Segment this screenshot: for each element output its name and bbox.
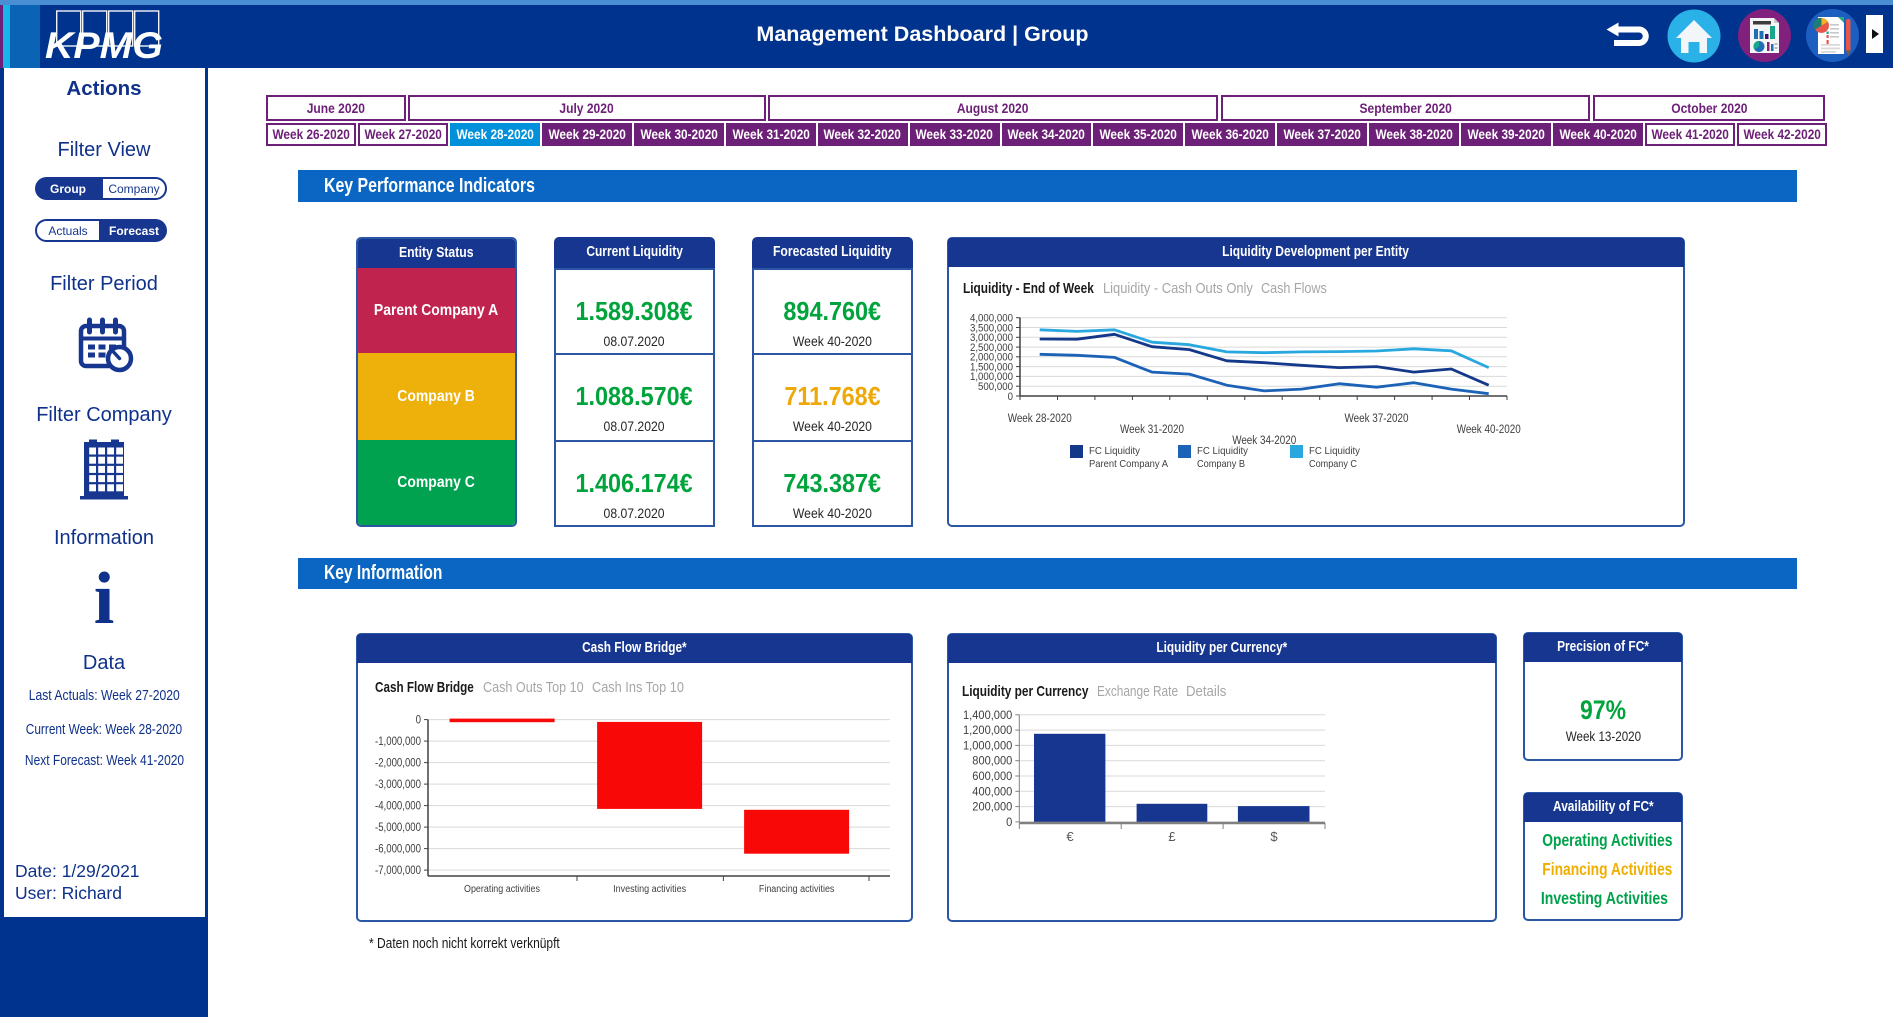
svg-text:1,400,000: 1,400,000 xyxy=(963,708,1013,722)
svg-text:-3,000,000: -3,000,000 xyxy=(375,779,421,791)
svg-text:€: € xyxy=(1066,829,1074,844)
svg-text:Operating activities: Operating activities xyxy=(464,884,540,895)
svg-text:0: 0 xyxy=(1006,815,1012,829)
svg-text:Company B: Company B xyxy=(1197,458,1245,470)
svg-text:-7,000,000: -7,000,000 xyxy=(375,865,421,877)
svg-text:FC Liquidity: FC Liquidity xyxy=(1309,445,1361,457)
svg-text:-6,000,000: -6,000,000 xyxy=(375,843,421,855)
svg-text:Investing activities: Investing activities xyxy=(613,884,686,895)
svg-text:Week 28-2020: Week 28-2020 xyxy=(1008,411,1072,425)
svg-text:Week 37-2020: Week 37-2020 xyxy=(1345,411,1409,425)
svg-text:-5,000,000: -5,000,000 xyxy=(375,822,421,834)
svg-text:FC Liquidity: FC Liquidity xyxy=(1197,445,1249,457)
svg-text:£: £ xyxy=(1168,829,1176,844)
svg-text:Parent Company A: Parent Company A xyxy=(1089,458,1168,470)
svg-text:Week 31-2020: Week 31-2020 xyxy=(1120,422,1184,436)
svg-text:800,000: 800,000 xyxy=(972,754,1012,768)
svg-text:0: 0 xyxy=(416,714,421,726)
svg-text:$: $ xyxy=(1270,829,1278,844)
svg-text:1,000,000: 1,000,000 xyxy=(963,738,1013,752)
svg-text:Company C: Company C xyxy=(1309,458,1357,470)
svg-text:600,000: 600,000 xyxy=(972,769,1012,783)
svg-text:200,000: 200,000 xyxy=(972,800,1012,814)
svg-text:-1,000,000: -1,000,000 xyxy=(375,736,421,748)
svg-text:Financing activities: Financing activities xyxy=(759,884,835,895)
svg-text:-4,000,000: -4,000,000 xyxy=(375,800,421,812)
svg-text:Week 40-2020: Week 40-2020 xyxy=(1457,422,1521,436)
svg-text:1,200,000: 1,200,000 xyxy=(963,723,1013,737)
svg-text:FC Liquidity: FC Liquidity xyxy=(1089,445,1141,457)
svg-text:0: 0 xyxy=(1008,391,1013,403)
svg-text:-2,000,000: -2,000,000 xyxy=(375,757,421,769)
svg-text:400,000: 400,000 xyxy=(972,784,1012,798)
